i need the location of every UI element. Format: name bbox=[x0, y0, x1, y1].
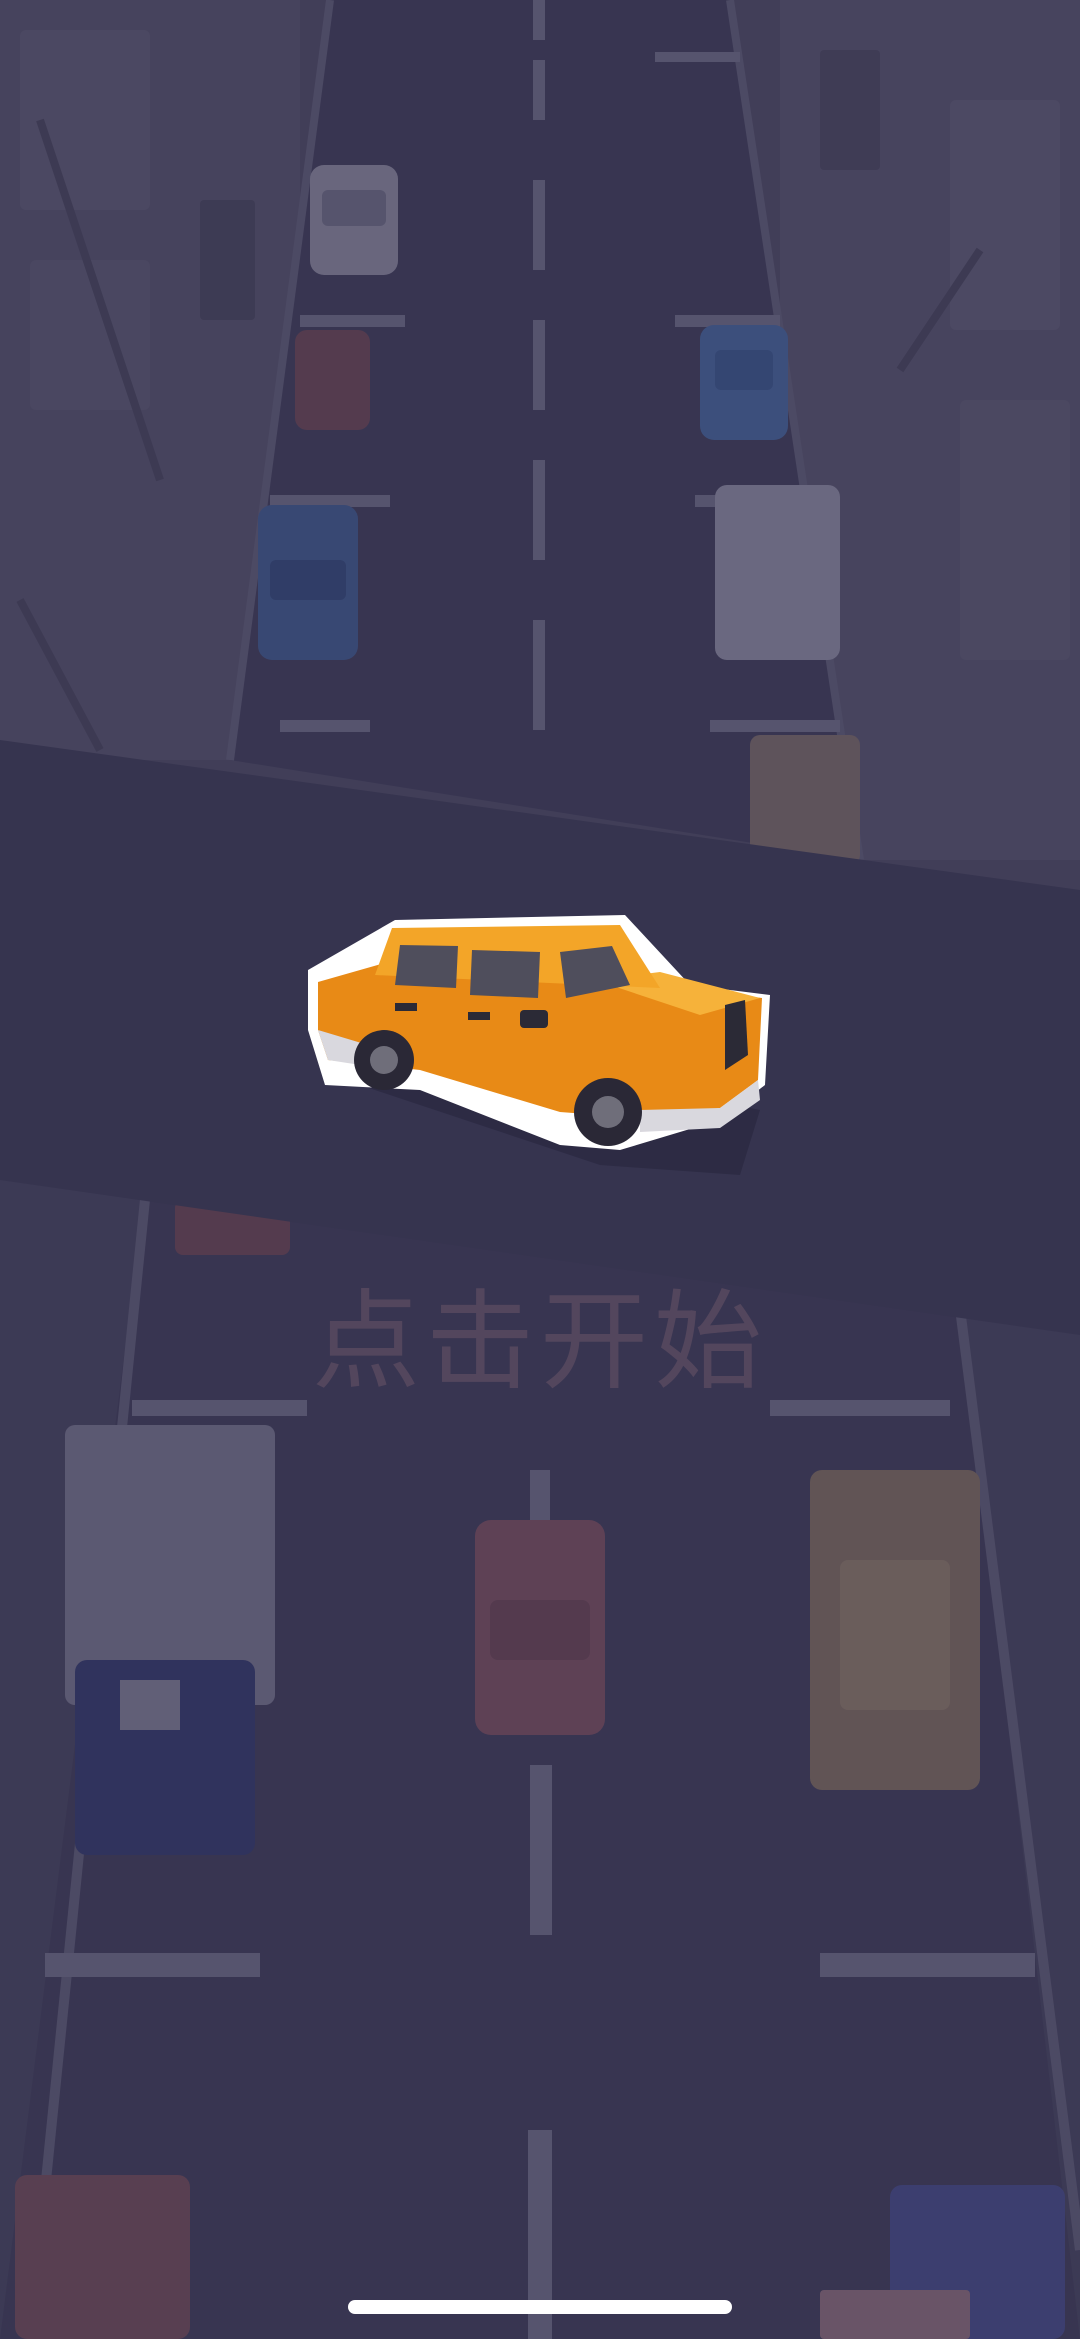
home-indicator-bar[interactable] bbox=[348, 2300, 732, 2314]
game-scene[interactable] bbox=[0, 0, 1080, 2339]
tap-to-start-label[interactable]: 点击开始 bbox=[0, 1255, 1080, 1411]
